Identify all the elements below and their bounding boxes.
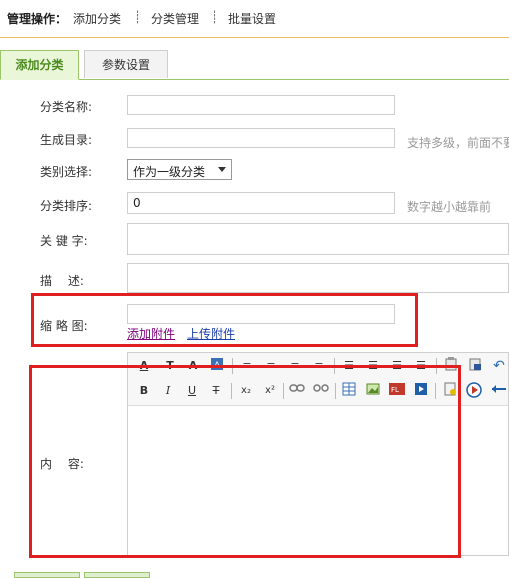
directory-label: 生成目录: — [40, 133, 93, 147]
nav-category-manage[interactable]: 分类管理 — [151, 10, 199, 27]
highlight-box-content — [29, 365, 461, 558]
reset-button[interactable] — [84, 572, 150, 578]
tab-bar: 添加分类 参数设置 — [0, 50, 509, 80]
paste-word-icon[interactable] — [466, 357, 484, 375]
directory-hint: 支持多级，前面不要 — [407, 136, 509, 150]
directory-input[interactable] — [127, 128, 395, 148]
type-select[interactable]: 作为一级分类 — [127, 159, 232, 180]
nav-separator: ┊ — [211, 10, 219, 24]
keywords-label: 关 键 字: — [40, 234, 88, 248]
sort-input-value: 0 — [133, 196, 141, 210]
nav-add-category[interactable]: 添加分类 — [73, 10, 121, 27]
tab-add-category[interactable]: 添加分类 — [0, 50, 79, 80]
flv-icon[interactable] — [465, 382, 483, 400]
nav-batch-settings[interactable]: 批量设置 — [228, 10, 276, 27]
submit-button[interactable] — [14, 572, 80, 578]
description-label: 描 述: — [40, 274, 84, 288]
highlight-box-thumbnail — [31, 293, 418, 347]
nav-separator: ┊ — [134, 10, 142, 24]
chevron-down-icon — [218, 167, 226, 172]
type-select-value: 作为一级分类 — [133, 165, 206, 179]
keywords-textarea[interactable] — [127, 223, 509, 255]
category-name-input[interactable] — [127, 95, 395, 115]
description-textarea[interactable] — [127, 263, 509, 293]
type-label: 类别选择: — [40, 165, 93, 179]
undo-icon[interactable]: ↶ — [490, 357, 508, 375]
category-name-label: 分类名称: — [40, 100, 93, 114]
sort-label: 分类排序: — [40, 199, 93, 213]
top-bar: 管理操作： 添加分类 ┊ 分类管理 ┊ 批量设置 — [0, 0, 509, 38]
tab-parameters[interactable]: 参数设置 — [84, 50, 168, 78]
page-title: 管理操作： — [7, 12, 68, 26]
sort-input[interactable]: 0 — [127, 192, 395, 214]
horizontal-rule-icon[interactable] — [489, 382, 507, 400]
sort-hint: 数字越小越靠前 — [407, 200, 492, 214]
